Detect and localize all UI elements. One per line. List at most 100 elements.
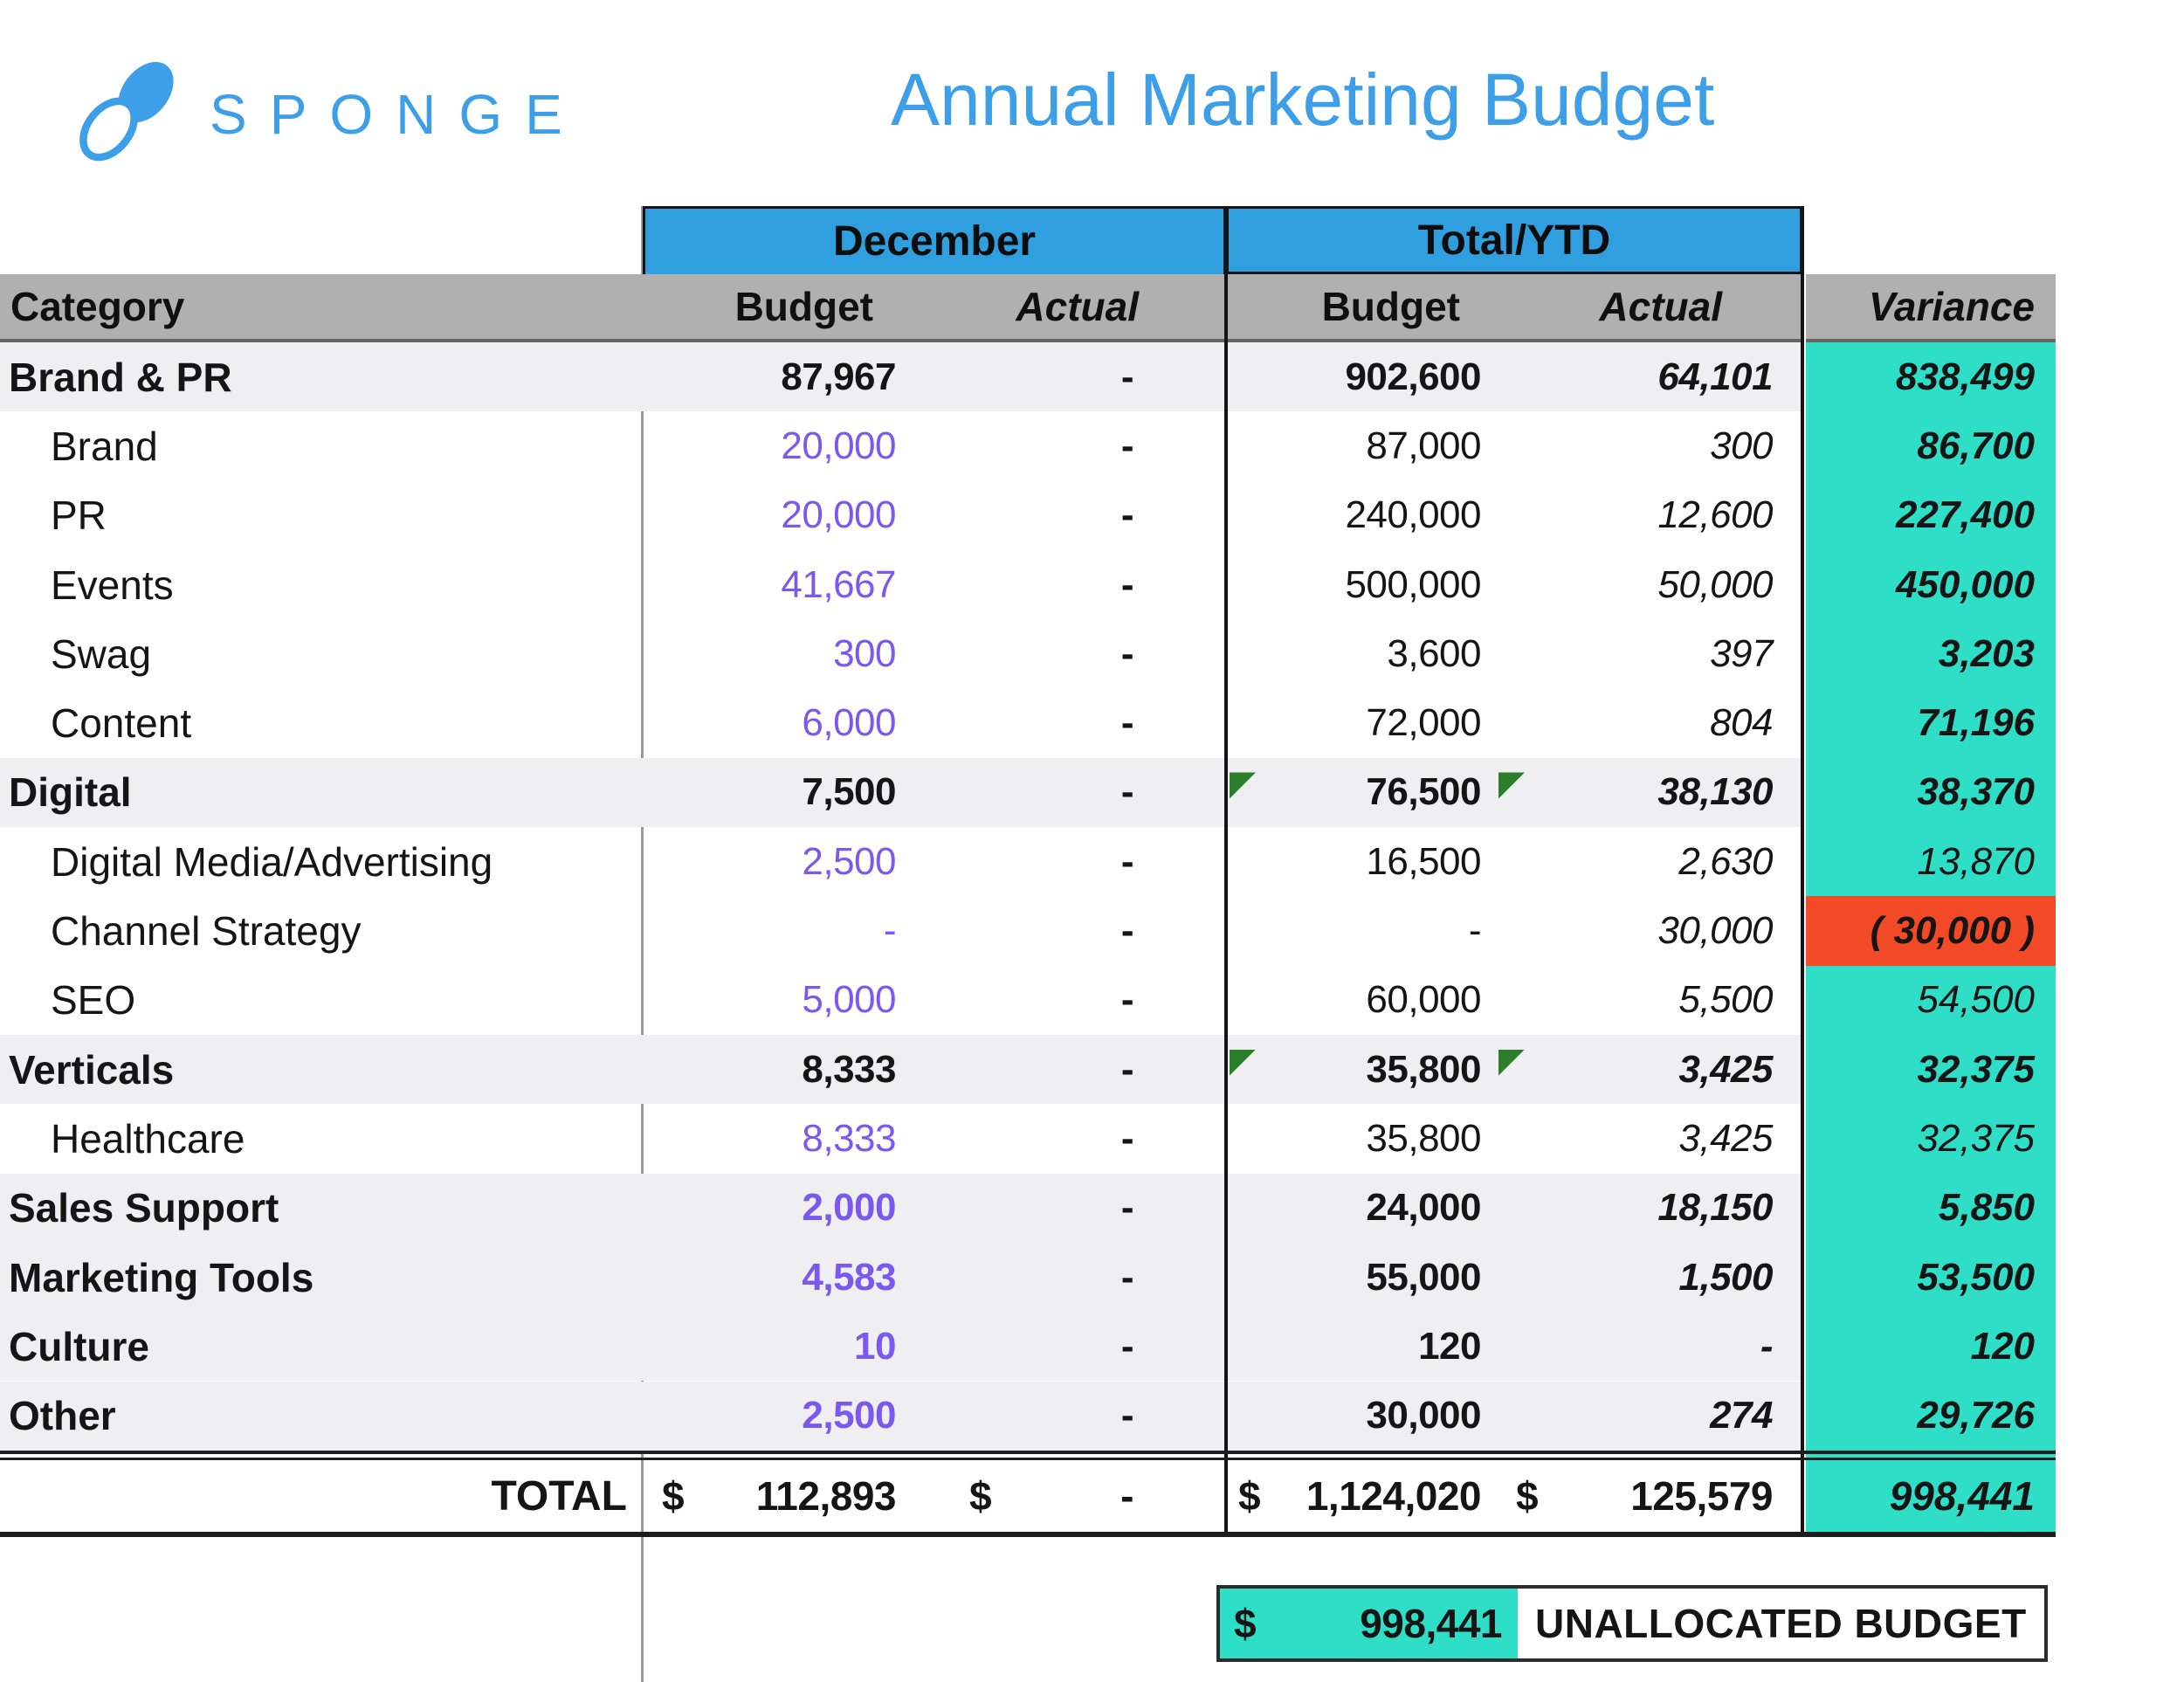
ytd-budget-cell: 35,800 (1226, 1117, 1495, 1161)
dec-ytd-divider-line (1224, 206, 1228, 1532)
table-row: Marketing Tools4,583-55,0001,50053,500 (0, 1243, 2056, 1312)
dec-budget-cell: 20,000 (643, 424, 950, 468)
ytd-budget-cell: 120 (1226, 1325, 1495, 1368)
total-dec-budget-cell: $ 112,893 (643, 1472, 950, 1520)
variance-cell: 53,500 (1806, 1243, 2056, 1312)
ytd-budget-cell: 24,000 (1226, 1186, 1495, 1230)
category-label: Culture (0, 1323, 643, 1370)
category-label: SEO (0, 976, 643, 1024)
variance-cell: 3,203 (1806, 619, 2056, 688)
row-cells: PR20,000-240,00012,600 (0, 481, 1802, 550)
table-bottom-border (0, 1532, 2056, 1537)
category-label: Channel Strategy (0, 907, 643, 955)
row-cells: SEO5,000-60,0005,500 (0, 966, 1802, 1035)
ytd-budget-cell: 3,600 (1226, 632, 1495, 676)
dec-actual-cell: - (950, 1186, 1226, 1230)
table-row: Verticals8,333-35,8003,42532,375 (0, 1035, 2056, 1104)
dec-budget-cell: 6,000 (643, 701, 950, 745)
header-dec-budget: Budget (643, 283, 950, 330)
ytd-actual-cell: 3,425 (1495, 1048, 1802, 1092)
dec-budget-cell: 4,583 (643, 1256, 950, 1299)
variance-cell: 54,500 (1806, 966, 2056, 1035)
table-row: Content6,000-72,00080471,196 (0, 689, 2056, 758)
dec-budget-cell: 8,333 (643, 1117, 950, 1161)
category-label: Healthcare (0, 1115, 643, 1162)
ytd-actual-cell: 5,500 (1495, 978, 1802, 1022)
ytd-variance-divider-line (1801, 206, 1804, 1532)
variance-cell: 5,850 (1806, 1174, 2056, 1243)
unallocated-label: UNALLOCATED BUDGET (1518, 1589, 2044, 1658)
dec-budget-cell: 10 (643, 1325, 950, 1368)
comment-flag-icon (1230, 772, 1256, 798)
ytd-actual-cell: 1,500 (1495, 1256, 1802, 1299)
total-ytd-actual: 125,579 (1630, 1472, 1773, 1520)
ytd-actual-cell: 30,000 (1495, 909, 1802, 953)
category-label: PR (0, 492, 643, 539)
unallocated-amount-cell: $ 998,441 (1220, 1589, 1518, 1658)
table-row: SEO5,000-60,0005,50054,500 (0, 966, 2056, 1035)
sponge-logo: SPONGE (63, 59, 585, 169)
dec-actual-cell: - (950, 1117, 1226, 1161)
ytd-actual-cell: 38,130 (1495, 770, 1802, 814)
row-cells: Channel Strategy---30,000 (0, 896, 1802, 965)
dec-budget-cell: 300 (643, 632, 950, 676)
row-cells: Content6,000-72,000804 (0, 689, 1802, 758)
logo-text: SPONGE (210, 82, 585, 147)
total-ytd-budget: 1,124,020 (1306, 1472, 1481, 1520)
table-row: Other2,500-30,00027429,726 (0, 1382, 2056, 1451)
header-category: Category (0, 283, 643, 330)
comment-flag-icon (1498, 1050, 1525, 1076)
category-label: Verticals (0, 1046, 643, 1093)
variance-cell: 86,700 (1806, 411, 2056, 480)
row-cells: Swag300-3,600397 (0, 619, 1802, 688)
column-header-band: Category Budget Actual Budget Actual (0, 274, 1802, 342)
category-label: Digital (0, 769, 643, 816)
row-cells: Culture10-120- (0, 1312, 1802, 1381)
ytd-actual-cell: 274 (1495, 1394, 1802, 1437)
variance-cell: 450,000 (1806, 550, 2056, 619)
dec-actual-cell: - (950, 355, 1226, 399)
row-cells: Digital Media/Advertising2,500-16,5002,6… (0, 827, 1802, 896)
dec-actual-cell: - (950, 493, 1226, 537)
total-ytd-actual-cell: $ 125,579 (1495, 1472, 1802, 1520)
currency-symbol: $ (1234, 1600, 1256, 1647)
variance-cell: 38,370 (1806, 758, 2056, 827)
ytd-actual-cell: 64,101 (1495, 355, 1802, 399)
header-dec-actual: Actual (950, 283, 1226, 330)
variance-cell: 120 (1806, 1312, 2056, 1381)
comment-flag-icon (1498, 772, 1525, 798)
leaf-icon (63, 59, 194, 169)
dec-budget-cell: 2,500 (643, 840, 950, 884)
row-cells: Brand & PR87,967-902,60064,101 (0, 342, 1802, 411)
ytd-actual-cell: 397 (1495, 632, 1802, 676)
total-dec-actual: - (1120, 1472, 1133, 1520)
category-label: Brand & PR (0, 354, 643, 401)
header-variance-band: Variance (1806, 274, 2056, 342)
page-title: Annual Marketing Budget (891, 58, 1851, 142)
row-cells: Sales Support2,000-24,00018,150 (0, 1174, 1802, 1243)
unallocated-amount: 998,441 (1360, 1600, 1502, 1647)
ytd-budget-cell: 240,000 (1226, 493, 1495, 537)
ytd-actual-cell: 12,600 (1495, 493, 1802, 537)
table-row: Healthcare8,333-35,8003,42532,375 (0, 1104, 2056, 1173)
ytd-budget-cell: 902,600 (1226, 355, 1495, 399)
ytd-actual-cell: 18,150 (1495, 1186, 1802, 1230)
dec-budget-cell: - (643, 909, 950, 953)
category-label: Other (0, 1392, 643, 1439)
category-label: Marketing Tools (0, 1254, 643, 1301)
variance-cell: 29,726 (1806, 1382, 2056, 1451)
total-row: TOTAL $ 112,893 $ - $ 1,124,020 $ 125,57… (0, 1460, 2056, 1532)
total-dec-actual-cell: $ - (950, 1472, 1226, 1520)
ytd-budget-cell: - (1226, 909, 1495, 953)
total-ytd-budget-cell: $ 1,124,020 (1226, 1472, 1495, 1520)
variance-cell: 32,375 (1806, 1035, 2056, 1104)
ytd-budget-cell: 55,000 (1226, 1256, 1495, 1299)
ytd-actual-cell: 2,630 (1495, 840, 1802, 884)
table-row: Digital7,500-76,50038,13038,370 (0, 758, 2056, 827)
dec-actual-cell: - (950, 909, 1226, 953)
ytd-budget-cell: 500,000 (1226, 563, 1495, 607)
december-group-header: December (643, 206, 1226, 274)
unallocated-budget-box: $ 998,441 UNALLOCATED BUDGET (1216, 1585, 2048, 1662)
budget-sheet: SPONGE Annual Marketing Budget December … (0, 0, 2184, 1682)
dec-actual-cell: - (950, 1048, 1226, 1092)
